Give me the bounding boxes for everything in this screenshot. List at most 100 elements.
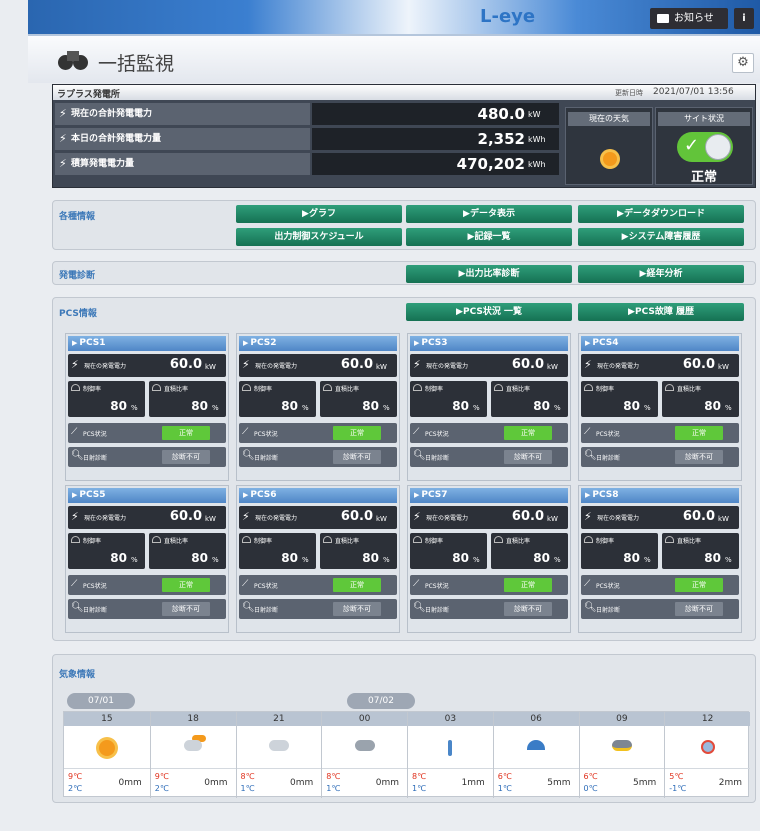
pcs-power-value: 60.0	[340, 509, 373, 524]
pcs-card-header[interactable]: ▶ PCS6	[239, 488, 397, 503]
info-section: 各種情報 ▶グラフ ▶データ表示 ▶データダウンロード 出力制御スケジュール ▶記録一覧…	[52, 200, 756, 250]
site-status-label: サイト状況	[658, 112, 750, 126]
bolt-icon: ⚡	[413, 510, 421, 523]
forecast-icon-box	[237, 726, 322, 768]
forecast-cell: 00 8℃ 1℃ 0mm	[321, 712, 407, 798]
ratio-icon	[665, 536, 674, 543]
forecast-temp-low: 2℃	[68, 784, 83, 793]
pcs-card-header[interactable]: ▶ PCS4	[581, 336, 739, 351]
pcs-card-header[interactable]: ▶ PCS3	[410, 336, 568, 351]
pcs-ratio-label: 直積比率	[677, 386, 702, 393]
info-button[interactable]: ▶グラフ	[236, 205, 402, 223]
site-status-box: サイト状況 ✓ 正常	[655, 107, 753, 185]
pcs-diag-row: 🔍︎ 日射診断 診断不可	[239, 447, 397, 467]
pcs-power-value: 60.0	[340, 357, 373, 372]
app-logo[interactable]: L-eye	[480, 6, 535, 27]
pcs-diag-label: 日射診断	[83, 607, 108, 614]
pcs-ctrl-value: 80	[281, 551, 298, 565]
pcs-card-header[interactable]: ▶ PCS2	[239, 336, 397, 351]
metric-row: ⚡ 現在の合計発電電力 480.0 kW	[55, 103, 559, 125]
forecast-rain: 5mm	[547, 778, 571, 788]
pcs-power-unit: kW	[547, 363, 558, 371]
pcs-power-row: ⚡ 現在の発電電力 60.0 kW	[68, 506, 226, 529]
plant-name: ラプラス発電所	[57, 90, 120, 100]
pcs-status-row: ⟋ PCS状況 正常	[410, 423, 568, 443]
info-button[interactable]: ▶データ表示	[406, 205, 572, 223]
pcs-card-header[interactable]: ▶ PCS5	[68, 488, 226, 503]
metric-row: ⚡ 本日の合計発電電力量 2,352 kWh	[55, 128, 559, 150]
diag-button[interactable]: ▶出力比率診断	[406, 265, 572, 283]
pcs-card-header[interactable]: ▶ PCS8	[581, 488, 739, 503]
status-icon: ⟋	[584, 579, 591, 589]
pcs-ratio-label: 直積比率	[506, 538, 531, 545]
notice-button[interactable]: お知らせ	[650, 8, 728, 29]
play-icon: ▶	[414, 491, 420, 499]
pcs-diag-row: 🔍︎ 日射診断 診断不可	[410, 599, 568, 619]
pcs-name: PCS7	[421, 490, 448, 500]
bolt-icon: ⚡	[59, 157, 67, 170]
play-icon: ▶	[414, 339, 420, 347]
pcs-diag-row: 🔍︎ 日射診断 診断不可	[581, 447, 739, 467]
pcs-status-badge: 正常	[675, 426, 723, 440]
forecast-cell: 21 8℃ 1℃ 0mm	[235, 712, 322, 798]
chat-icon	[657, 14, 669, 23]
ratio-icon	[665, 384, 674, 391]
pcs-ctrl-unit: %	[302, 556, 309, 564]
pcs-ratio-value: 80	[704, 551, 721, 565]
metric-label-box: ⚡ 本日の合計発電電力量	[55, 128, 310, 150]
pcs-status-label: PCS状況	[254, 583, 278, 590]
metric-value-box: 2,352 kWh	[312, 128, 559, 150]
pcs-power-value: 60.0	[682, 357, 715, 372]
pcs-power-label: 現在の発電電力	[426, 363, 469, 370]
pcs-diag-label: 日射診断	[254, 607, 279, 614]
pcs-ctrl-label: 制御率	[596, 538, 615, 545]
pcs-power-row: ⚡ 現在の発電電力 60.0 kW	[581, 506, 739, 529]
pcs-ctrl-box: 制御率 80%	[410, 381, 487, 417]
bolt-icon: ⚡	[584, 510, 592, 523]
pcs-power-value: 60.0	[511, 509, 544, 524]
pcs-section-title: PCS情報	[59, 309, 97, 319]
forecast-divider	[64, 768, 150, 769]
forecast-hour: 06	[493, 712, 579, 726]
diag-button[interactable]: ▶経年分析	[578, 265, 744, 283]
pcs-ratio-box: 直積比率 80%	[662, 533, 739, 569]
pcs-power-label: 現在の発電電力	[255, 515, 298, 522]
info-button[interactable]: i	[734, 8, 754, 29]
info-button[interactable]: ▶記録一覧	[406, 228, 572, 246]
pcs-card-header[interactable]: ▶ PCS7	[410, 488, 568, 503]
forecast-divider	[322, 768, 407, 769]
search-icon: 🔍︎	[71, 602, 84, 613]
pcs-diag-row: 🔍︎ 日射診断 診断不可	[68, 599, 226, 619]
plant-panel: ラプラス発電所 更新日時 2021/07/01 13:56 ⚡ 現在の合計発電電力…	[52, 84, 756, 188]
forecast-cell: 18 9℃ 2℃ 0mm	[149, 712, 236, 798]
thunder-icon	[611, 740, 632, 751]
pcs-list-button[interactable]: ▶PCS状況 一覧	[406, 303, 572, 321]
pcs-ctrl-value: 80	[281, 399, 298, 413]
pcs-list-button[interactable]: ▶PCS故障 履歴	[578, 303, 744, 321]
pcs-name: PCS4	[592, 338, 619, 348]
pcs-diag-row: 🔍︎ 日射診断 診断不可	[239, 599, 397, 619]
pcs-ctrl-box: 制御率 80%	[68, 381, 145, 417]
pcs-ctrl-box: 制御率 80%	[239, 533, 316, 569]
pcs-power-row: ⚡ 現在の発電電力 60.0 kW	[581, 354, 739, 377]
pcs-ratio-box: 直積比率 80%	[320, 381, 397, 417]
forecast-divider	[408, 768, 493, 769]
pcs-power-row: ⚡ 現在の発電電力 60.0 kW	[68, 354, 226, 377]
ratio-icon	[152, 384, 161, 391]
pcs-card: ▶ PCS8 ⚡ 現在の発電電力 60.0 kW 制御率 80% 直積比率 80% ⟋ PCS状況 正常…	[578, 485, 742, 633]
pcs-ctrl-label: 制御率	[596, 386, 615, 393]
forecast-icon-box	[494, 726, 579, 768]
info-button[interactable]: 出力制御スケジュール	[236, 228, 402, 246]
pcs-ratio-unit: %	[725, 404, 732, 412]
pcs-card: ▶ PCS7 ⚡ 現在の発電電力 60.0 kW 制御率 80% 直積比率 80% ⟋ PCS状況 正常…	[407, 485, 571, 633]
settings-button[interactable]: ⚙	[732, 53, 754, 73]
forecast-rain: 0mm	[375, 778, 399, 788]
pcs-ratio-label: 直積比率	[677, 538, 702, 545]
search-icon: 🔍︎	[413, 450, 426, 461]
gauge-icon	[584, 384, 593, 391]
info-button[interactable]: ▶システム障害履歴	[578, 228, 744, 246]
pcs-status-badge: 正常	[504, 578, 552, 592]
metric-label: 本日の合計発電電力量	[71, 134, 162, 144]
info-button[interactable]: ▶データダウンロード	[578, 205, 744, 223]
pcs-card-header[interactable]: ▶ PCS1	[68, 336, 226, 351]
